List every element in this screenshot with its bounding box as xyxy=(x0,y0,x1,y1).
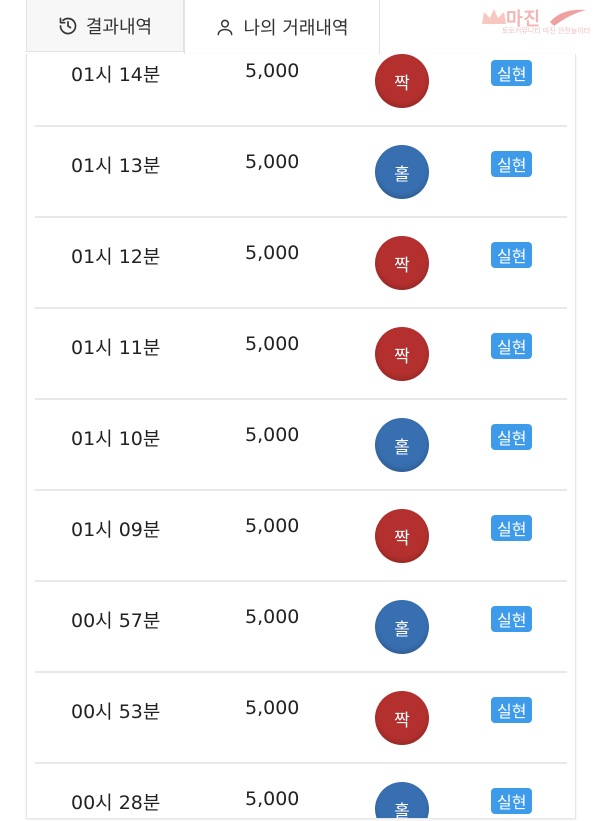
transaction-row: 01시 11분 5,000 짝 실현 xyxy=(35,307,567,400)
row-amount: 5,000 xyxy=(245,242,300,264)
transaction-row: 01시 13분 5,000 홀 실현 xyxy=(35,125,567,218)
tab-results[interactable]: 결과내역 xyxy=(26,0,184,52)
watermark-logo: 마진 토토커뮤니티 마진 안전놀이터 xyxy=(480,2,592,38)
transaction-row: 01시 10분 5,000 홀 실현 xyxy=(35,398,567,491)
row-amount: 5,000 xyxy=(245,697,300,719)
status-badge: 실현 xyxy=(491,606,533,632)
odd-result-ball: 홀 xyxy=(375,600,429,654)
even-result-ball: 짝 xyxy=(375,509,429,563)
even-result-ball: 짝 xyxy=(375,236,429,290)
odd-result-ball: 홀 xyxy=(375,418,429,472)
transaction-row: 01시 14분 5,000 짝 실현 xyxy=(35,54,567,127)
row-time: 01시 12분 xyxy=(71,246,161,268)
status-badge: 실현 xyxy=(491,788,533,814)
transaction-row: 00시 57분 5,000 홀 실현 xyxy=(35,580,567,673)
row-time: 01시 13분 xyxy=(71,155,161,177)
row-amount: 5,000 xyxy=(245,151,300,173)
row-time: 01시 09분 xyxy=(71,519,161,541)
row-time: 00시 28분 xyxy=(71,792,161,814)
transaction-row: 01시 09분 5,000 짝 실현 xyxy=(35,489,567,582)
tab-my-transactions-label: 나의 거래내역 xyxy=(243,18,349,39)
row-amount: 5,000 xyxy=(245,60,300,82)
status-badge: 실현 xyxy=(491,242,533,268)
row-time: 00시 57분 xyxy=(71,610,161,632)
transaction-row: 00시 28분 5,000 홀 실현 xyxy=(35,762,567,818)
history-icon xyxy=(59,17,77,34)
row-time: 01시 10분 xyxy=(71,428,161,450)
even-result-ball: 짝 xyxy=(375,54,429,108)
status-badge: 실현 xyxy=(491,515,533,541)
row-amount: 5,000 xyxy=(245,606,300,628)
logo-swoosh-icon xyxy=(550,9,586,26)
row-amount: 5,000 xyxy=(245,424,300,446)
row-time: 01시 14분 xyxy=(71,64,161,86)
tab-my-transactions[interactable]: 나의 거래내역 xyxy=(184,0,380,54)
row-amount: 5,000 xyxy=(245,333,300,355)
status-badge: 실현 xyxy=(491,697,533,723)
odd-result-ball: 홀 xyxy=(375,145,429,199)
status-badge: 실현 xyxy=(491,333,533,359)
even-result-ball: 짝 xyxy=(375,691,429,745)
transaction-row: 01시 12분 5,000 짝 실현 xyxy=(35,216,567,309)
user-icon xyxy=(218,19,233,36)
logo-subtitle: 토토커뮤니티 마진 안전놀이터 xyxy=(502,27,591,35)
crown-icon xyxy=(482,9,506,24)
row-amount: 5,000 xyxy=(245,515,300,537)
transaction-list[interactable]: 01시 14분 5,000 짝 실현 01시 13분 5,000 홀 실현 01시 12분 5,0… xyxy=(26,54,576,819)
row-time: 01시 11분 xyxy=(71,337,161,359)
row-amount: 5,000 xyxy=(245,788,300,810)
status-badge: 실현 xyxy=(491,424,533,450)
transaction-row: 00시 53분 5,000 짝 실현 xyxy=(35,671,567,764)
row-time: 00시 53분 xyxy=(71,701,161,723)
odd-result-ball: 홀 xyxy=(375,782,429,818)
tab-results-label: 결과내역 xyxy=(85,16,153,38)
status-badge: 실현 xyxy=(491,60,533,86)
even-result-ball: 짝 xyxy=(375,327,429,381)
status-badge: 실현 xyxy=(491,151,533,177)
